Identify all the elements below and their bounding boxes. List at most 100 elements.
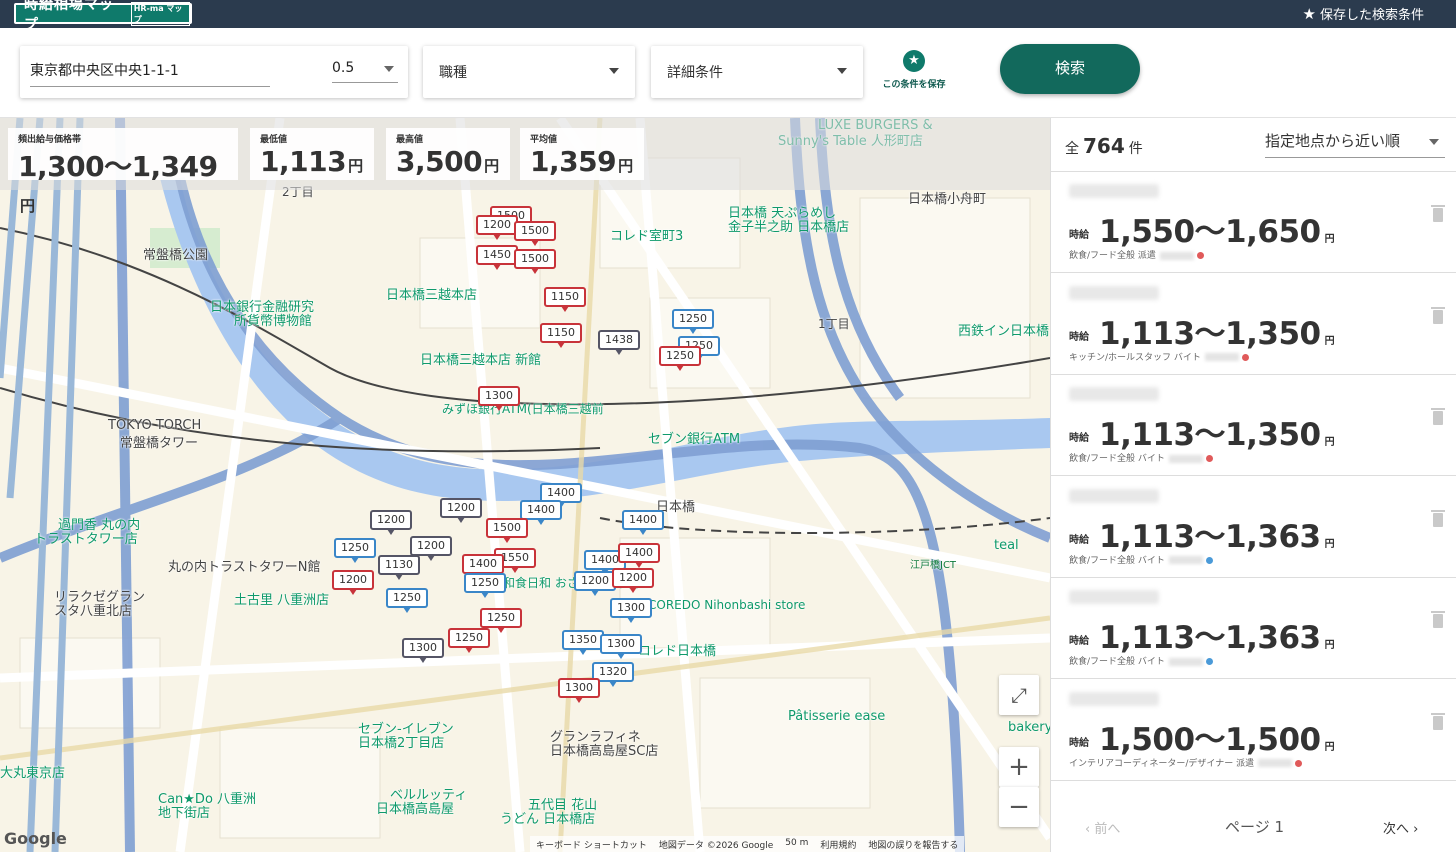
result-item[interactable]: 時給 1,113〜1,350 円 飲食/フード全般 バイト [1051, 375, 1456, 476]
result-item[interactable]: 時給 1,113〜1,363 円 飲食/フード全般 バイト [1051, 477, 1456, 578]
map-label[interactable]: 日本橋小舟町 [908, 188, 986, 207]
wage-pin[interactable]: 1200 [410, 536, 452, 561]
trash-icon[interactable] [1431, 509, 1445, 527]
fullscreen-button[interactable]: ⤢ [999, 675, 1039, 715]
trash-icon[interactable] [1431, 611, 1445, 628]
wage-pin[interactable]: 1438 [598, 330, 640, 355]
map-label[interactable]: 地下街店 [158, 802, 210, 821]
zoom-out-button[interactable]: − [999, 787, 1039, 827]
map-label[interactable]: 所貨幣博物館 [234, 310, 312, 329]
wage-pin[interactable]: 1200 [476, 215, 518, 240]
map-label[interactable]: うどん 日本橋店 [500, 808, 595, 827]
wage-pin[interactable]: 1250 [672, 309, 714, 334]
trash-icon[interactable] [1431, 712, 1445, 730]
wage-pin[interactable]: 1250 [334, 538, 376, 563]
wage-pin[interactable]: 1200 [574, 571, 616, 596]
map-label[interactable]: 西鉄イン日本橋 [958, 320, 1049, 339]
trash-icon[interactable] [1431, 205, 1445, 222]
saved-conditions-link[interactable]: ★ 保存した検索条件 [1303, 4, 1424, 24]
map-view[interactable]: LUXE BURGERS &Sunny's Table 人形町店日本橋小舟町常盤… [0, 118, 1050, 852]
zoom-in-button[interactable]: + [999, 747, 1039, 787]
terms-link[interactable]: 利用規約 [820, 838, 856, 851]
wage-pin[interactable]: 1300 [402, 638, 444, 663]
wage-pin[interactable]: 1300 [600, 634, 642, 659]
map-label[interactable]: 丸の内トラストタワーN館 [168, 556, 320, 575]
wage-pin[interactable]: 1250 [448, 628, 490, 653]
wage-pin[interactable]: 1400 [462, 554, 504, 579]
map-label[interactable]: TOKYO TORCH [108, 418, 201, 433]
wage-unit: 円 [1324, 234, 1335, 245]
job-meta: キッチン/ホールスタッフ バイト [1069, 350, 1249, 363]
stat-unit: 円 [618, 157, 633, 175]
trash-icon[interactable] [1431, 408, 1445, 425]
search-bar: 東京都中央区中央1-1-1 0.5 職種 詳細条件 ★ この条件を保存 検索 [0, 28, 1456, 118]
wage-pin[interactable]: 1500 [486, 518, 528, 543]
radius-select[interactable]: 0.5 [332, 60, 398, 83]
wage-pin[interactable]: 1500 [514, 249, 556, 274]
stat-avg: 平均値 1,359 円 [520, 128, 644, 180]
wage-pin[interactable]: 1200 [612, 568, 654, 593]
map-label[interactable]: スタ八重北店 [54, 600, 132, 619]
stat-value: 1,359 [530, 145, 617, 178]
wage-pin[interactable]: 1250 [464, 573, 506, 598]
wage-pin[interactable]: 1300 [558, 678, 600, 703]
map-label[interactable]: 金子半之助 日本橋店 [728, 216, 849, 235]
map-label[interactable]: 日本橋高島屋SC店 [550, 740, 658, 759]
wage-pin[interactable]: 1350 [562, 630, 604, 655]
address-input[interactable]: 東京都中央区中央1-1-1 [30, 60, 270, 87]
wage-pin[interactable]: 1200 [370, 510, 412, 535]
map-label[interactable]: 日本橋三越本店 新館 [420, 349, 541, 368]
pagination: ‹ 前へ ページ 1 次へ › [1051, 808, 1456, 852]
result-item[interactable]: 時給 1,550〜1,650 円 飲食/フード全般 派遣 [1051, 172, 1456, 273]
map-label[interactable]: 1丁目 [818, 315, 850, 332]
wage-pin[interactable]: 1300 [610, 598, 652, 623]
prev-page-button[interactable]: ‹ 前へ [1085, 818, 1120, 837]
map-label[interactable]: teal [994, 538, 1019, 553]
wage-pin[interactable]: 1200 [332, 570, 374, 595]
map-label[interactable]: 常盤橋公園 [143, 244, 208, 263]
map-label[interactable]: 日本橋三越本店 [386, 284, 477, 303]
sort-select[interactable]: 指定地点から近い順 [1265, 130, 1445, 158]
detail-select[interactable]: 詳細条件 [651, 46, 863, 98]
job-type-select[interactable]: 職種 [423, 46, 635, 98]
map-label[interactable]: 大丸東京店 [0, 762, 65, 781]
report-error-link[interactable]: 地図の誤りを報告する [868, 838, 958, 851]
wage-pin[interactable]: 1300 [478, 386, 520, 411]
result-item[interactable]: 時給 1,500〜1,500 円 インテリアコーディネーター/デザイナー 派遣 [1051, 680, 1456, 781]
wage-pin[interactable]: 1400 [622, 510, 664, 535]
wage-pin[interactable]: 1150 [544, 287, 586, 312]
next-page-button[interactable]: 次へ › [1383, 818, 1418, 837]
result-item[interactable]: 時給 1,113〜1,363 円 飲食/フード全般 バイト [1051, 578, 1456, 679]
map-label[interactable]: みずほ銀行ATM(日本橋三越前 [442, 400, 604, 417]
wage-pin[interactable]: 1400 [618, 543, 660, 568]
wage-pin[interactable]: 1150 [540, 323, 582, 348]
wage-pin[interactable]: 1250 [480, 608, 522, 633]
map-label[interactable]: Pâtisserie ease [788, 709, 885, 724]
wage-pin[interactable]: 1200 [440, 498, 482, 523]
site-logo[interactable]: 時給相場マップ HR-ma マップ [14, 0, 192, 33]
map-label[interactable]: 常盤橋タワー [120, 432, 198, 451]
map-label[interactable]: 土古里 八重洲店 [234, 589, 329, 608]
wage-pin[interactable]: 1130 [378, 555, 420, 580]
map-label[interactable]: トラストタワー店 [34, 528, 138, 547]
map-label[interactable]: 江戸橋JCT [910, 556, 956, 571]
result-item[interactable]: 時給 1,113〜1,350 円 キッチン/ホールスタッフ バイト [1051, 274, 1456, 375]
wage-pin[interactable]: 1250 [386, 588, 428, 613]
trash-icon[interactable] [1431, 306, 1445, 324]
save-condition-button[interactable]: ★ この条件を保存 [872, 50, 956, 90]
wage-pin[interactable]: 1450 [476, 245, 518, 270]
wage-pin[interactable]: 1400 [520, 500, 562, 525]
search-button[interactable]: 検索 [1000, 44, 1140, 94]
keyboard-shortcuts-link[interactable]: キーボード ショートカット [536, 838, 647, 851]
map-label[interactable]: 日本橋2丁目店 [358, 732, 444, 751]
map-label[interactable]: コレド室町3 [610, 225, 683, 244]
stat-title: 最高値 [396, 135, 424, 145]
map-label[interactable]: セブン銀行ATM [648, 428, 740, 447]
map-label[interactable]: bakery [1008, 720, 1050, 735]
job-title-redacted [1069, 488, 1159, 503]
map-label[interactable]: コレド日本橋 [638, 640, 716, 659]
map-label[interactable]: 日本橋高島屋 [376, 798, 454, 817]
wage-pin[interactable]: 1500 [514, 221, 556, 246]
map-label[interactable]: COREDO Nihonbashi store [648, 598, 805, 612]
wage-pin[interactable]: 1250 [659, 346, 701, 371]
